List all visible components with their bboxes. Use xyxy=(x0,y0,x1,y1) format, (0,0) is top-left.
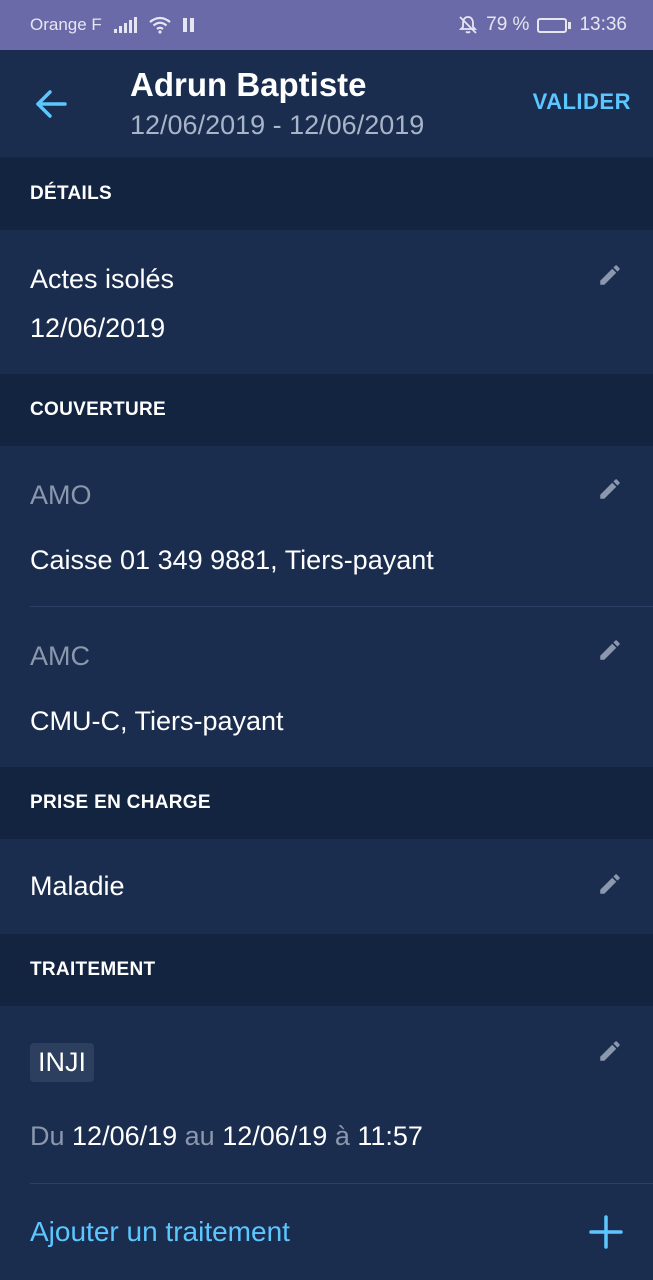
edit-pencil-icon[interactable] xyxy=(597,871,623,897)
wifi-icon xyxy=(149,16,171,34)
section-header-couverture: COUVERTURE xyxy=(0,374,653,446)
section-header-details: DÉTAILS xyxy=(0,158,653,230)
end-date: 12/06/19 xyxy=(222,1121,328,1151)
page-title: Adrun Baptiste xyxy=(130,65,367,103)
prise-value: Maladie xyxy=(30,871,125,901)
media-pause-icon xyxy=(182,18,194,32)
treatment-code-chip: INJI xyxy=(30,1043,95,1082)
edit-pencil-icon[interactable] xyxy=(597,476,623,502)
prise-card[interactable]: Maladie xyxy=(0,839,653,934)
battery-percent: 79 % xyxy=(486,14,530,35)
time-prefix: à xyxy=(334,1121,350,1151)
details-type: Actes isolés xyxy=(30,264,175,294)
amo-value: Caisse 01 349 9881, Tiers-payant xyxy=(30,545,434,575)
section-header-traitement: TRAITEMENT xyxy=(0,934,653,1006)
amc-card[interactable]: AMC CMU-C, Tiers-payant xyxy=(0,607,653,767)
date-prefix: Du xyxy=(30,1121,65,1151)
title-block: Adrun Baptiste 12/06/2019 - 12/06/2019 xyxy=(130,65,533,143)
start-date: 12/06/19 xyxy=(72,1121,178,1151)
traitement-card[interactable]: INJI Du 12/06/19 au 12/06/19 à 11:57 xyxy=(0,1006,653,1183)
signal-icon xyxy=(113,17,137,33)
app-bar: Adrun Baptiste 12/06/2019 - 12/06/2019 V… xyxy=(0,50,653,158)
edit-pencil-icon[interactable] xyxy=(597,1038,623,1064)
amo-card[interactable]: AMO Caisse 01 349 9881, Tiers-payant xyxy=(0,446,653,606)
section-header-prise-en-charge: PRISE EN CHARGE xyxy=(0,767,653,839)
carrier-name: Orange F xyxy=(30,15,102,34)
plus-icon[interactable] xyxy=(589,1215,623,1249)
details-date: 12/06/2019 xyxy=(30,313,166,343)
amc-value: CMU-C, Tiers-payant xyxy=(30,706,284,736)
add-treatment-button[interactable]: Ajouter un traitement xyxy=(0,1184,653,1280)
validate-button[interactable]: VALIDER xyxy=(533,89,631,115)
amo-label: AMO xyxy=(30,480,92,510)
date-separator: au xyxy=(184,1121,215,1151)
treatment-time: 11:57 xyxy=(357,1121,423,1151)
details-card[interactable]: Actes isolés 12/06/2019 xyxy=(0,230,653,374)
status-bar: Orange F 79 % 13:36 xyxy=(0,0,653,50)
battery-icon xyxy=(537,17,572,33)
page-subtitle: 12/06/2019 - 12/06/2019 xyxy=(130,109,425,140)
notifications-off-icon xyxy=(458,16,478,34)
treatment-dates: Du 12/06/19 au 12/06/19 à 11:57 xyxy=(30,1119,623,1153)
add-treatment-label: Ajouter un traitement xyxy=(30,1216,290,1247)
edit-pencil-icon[interactable] xyxy=(597,262,623,288)
clock: 13:36 xyxy=(579,14,627,35)
edit-pencil-icon[interactable] xyxy=(597,637,623,663)
back-arrow-icon[interactable] xyxy=(34,87,68,121)
amc-label: AMC xyxy=(30,641,90,671)
